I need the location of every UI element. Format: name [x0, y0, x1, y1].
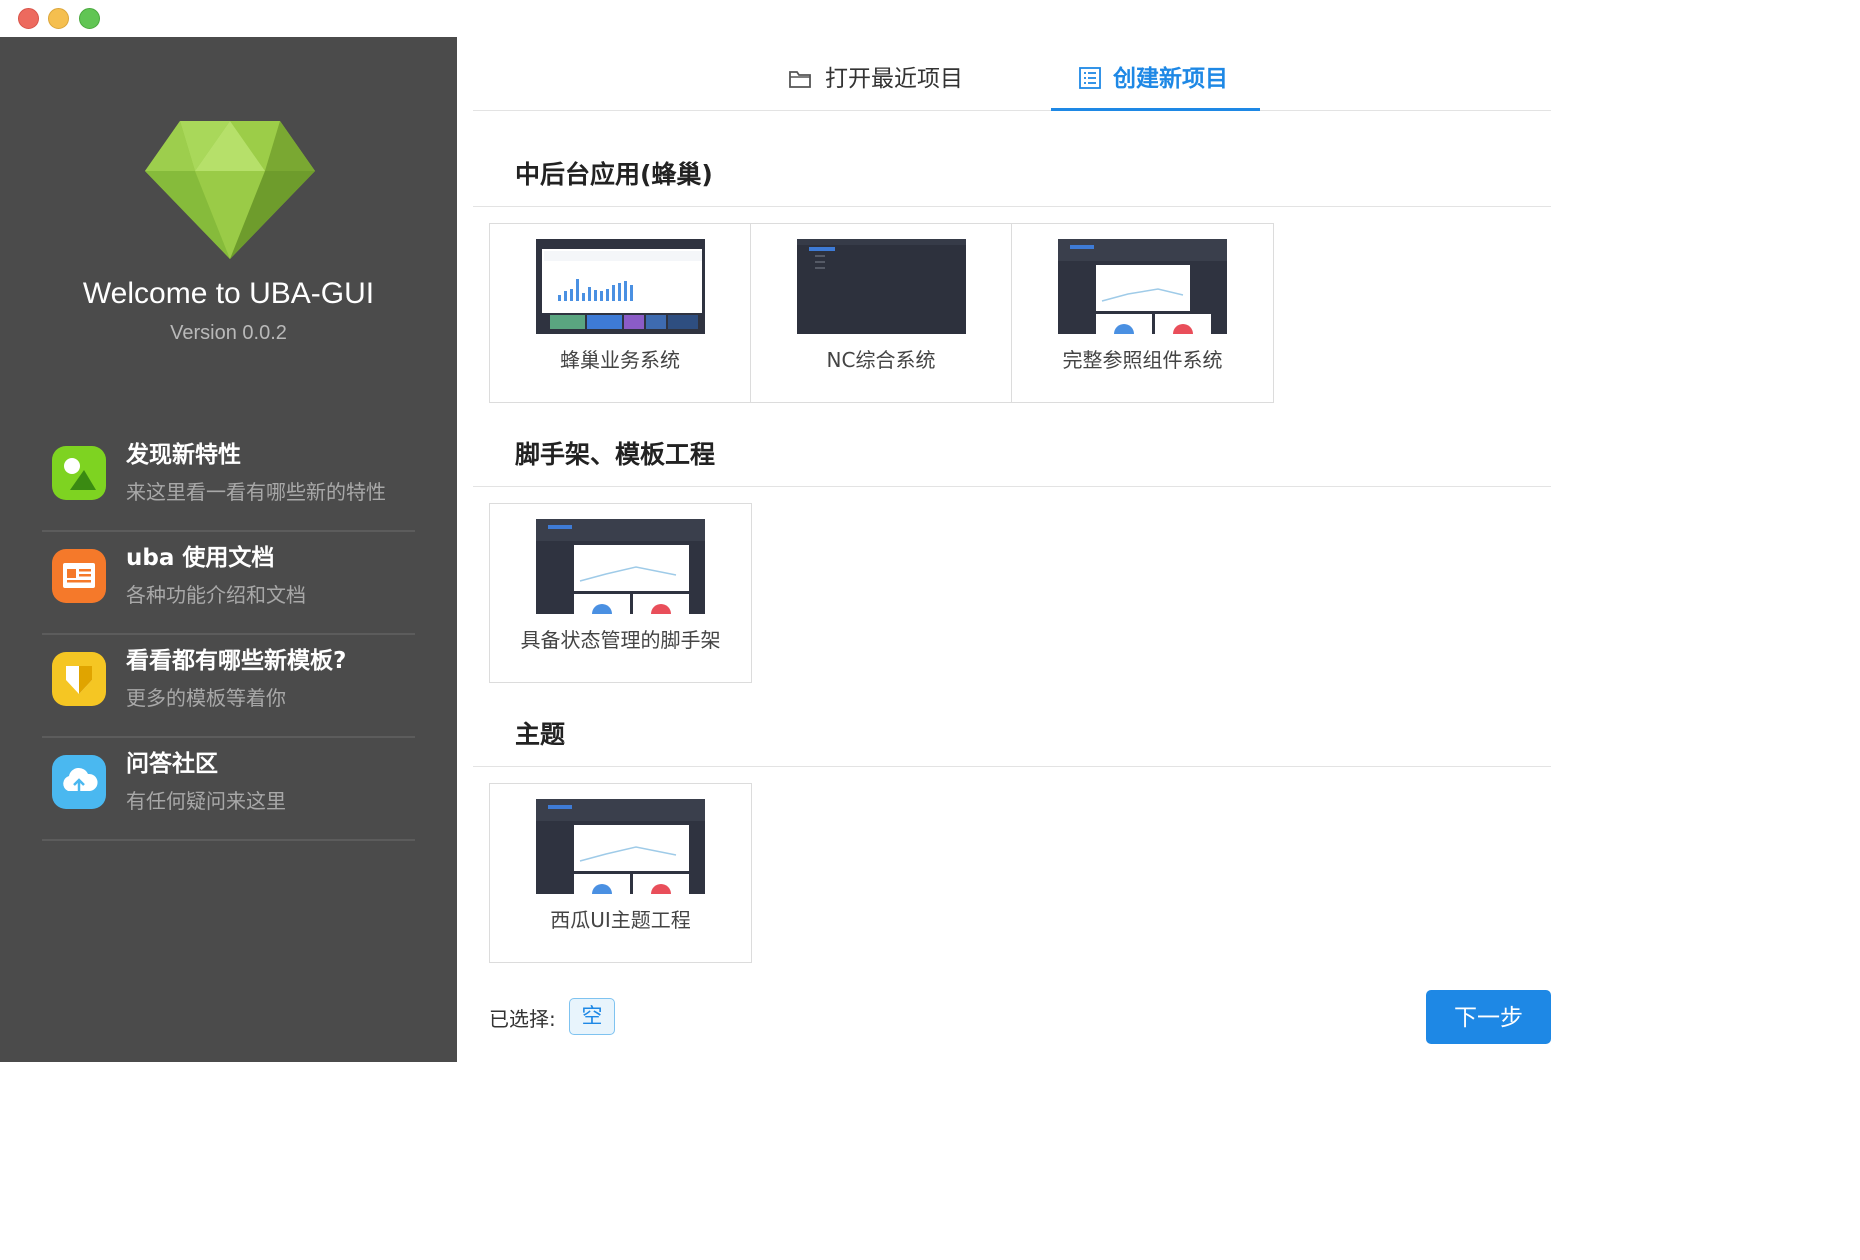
selected-value-tag: 空	[569, 998, 615, 1035]
next-step-button[interactable]: 下一步	[1426, 990, 1551, 1044]
template-thumbnail	[536, 799, 705, 894]
sidebar-item-docs[interactable]: uba 使用文档 各种功能介绍和文档	[42, 532, 415, 635]
sidebar-item-new-features[interactable]: 发现新特性 来这里看一看有哪些新的特性	[42, 429, 415, 532]
title-bar	[0, 0, 1568, 37]
minimize-window-button[interactable]	[48, 8, 69, 29]
tab-label: 打开最近项目	[825, 66, 963, 92]
template-card-label: 蜂巢业务系统	[560, 348, 680, 372]
tab-open-recent[interactable]: 打开最近项目	[789, 59, 963, 111]
main-panel: 打开最近项目 创建新项目 中后台应用(蜂巢) 蜂巢业务系统 NC综合系统 完整参…	[457, 37, 1568, 1062]
section-title: 中后台应用(蜂巢)	[515, 160, 713, 189]
list-icon	[1079, 67, 1101, 89]
template-thumbnail	[797, 239, 966, 334]
tab-create-new[interactable]: 创建新项目	[1051, 59, 1260, 111]
template-card-row: 具备状态管理的脚手架	[489, 503, 752, 683]
tab-label: 创建新项目	[1113, 66, 1228, 92]
template-card[interactable]: 完整参照组件系统	[1012, 224, 1273, 402]
document-icon	[52, 549, 106, 603]
sidebar-item-desc: 更多的模板等着你	[126, 686, 286, 710]
close-window-button[interactable]	[18, 8, 39, 29]
sidebar-item-desc: 各种功能介绍和文档	[126, 583, 306, 607]
gem-logo-icon	[145, 121, 315, 259]
sidebar-item-community[interactable]: 问答社区 有任何疑问来这里	[42, 738, 415, 841]
sidebar-item-desc: 有任何疑问来这里	[126, 789, 286, 813]
sidebar-item-title: 问答社区	[126, 751, 218, 777]
template-card-label: 西瓜UI主题工程	[550, 908, 691, 932]
welcome-heading: Welcome to UBA-GUI	[82, 277, 375, 310]
section-divider	[473, 766, 1551, 767]
template-card[interactable]: 西瓜UI主题工程	[490, 784, 751, 962]
template-card-row: 西瓜UI主题工程	[489, 783, 752, 963]
template-card[interactable]: 具备状态管理的脚手架	[490, 504, 751, 682]
cloud-upload-icon	[52, 755, 106, 809]
template-card[interactable]: 蜂巢业务系统	[490, 224, 751, 402]
sidebar-item-templates[interactable]: 看看都有哪些新模板? 更多的模板等着你	[42, 635, 415, 738]
diamond-icon	[52, 652, 106, 706]
selected-label: 已选择:	[489, 1007, 556, 1031]
sidebar-item-title: 看看都有哪些新模板?	[126, 648, 347, 674]
maximize-window-button[interactable]	[79, 8, 100, 29]
template-card-label: 具备状态管理的脚手架	[520, 628, 721, 652]
version-text: Version 0.0.2	[170, 322, 287, 344]
template-card[interactable]: NC综合系统	[751, 224, 1012, 402]
tab-bar: 打开最近项目 创建新项目	[473, 37, 1551, 111]
sidebar-item-desc: 来这里看一看有哪些新的特性	[126, 480, 386, 504]
section-divider	[473, 206, 1551, 207]
section-title: 主题	[515, 720, 566, 749]
template-card-row: 蜂巢业务系统 NC综合系统 完整参照组件系统	[489, 223, 1274, 403]
app-window: Welcome to UBA-GUI Version 0.0.2 发现新特性 来…	[0, 0, 1568, 1062]
template-card-label: NC综合系统	[826, 348, 936, 372]
sidebar-item-title: 发现新特性	[126, 442, 241, 468]
sidebar-item-title: uba 使用文档	[126, 545, 275, 571]
folder-icon	[789, 71, 811, 88]
section-divider	[473, 486, 1551, 487]
template-thumbnail	[536, 239, 705, 334]
sidebar: Welcome to UBA-GUI Version 0.0.2 发现新特性 来…	[0, 37, 457, 1062]
template-thumbnail	[1058, 239, 1227, 334]
template-thumbnail	[536, 519, 705, 614]
section-title: 脚手架、模板工程	[515, 440, 716, 469]
template-card-label: 完整参照组件系统	[1062, 348, 1223, 372]
image-icon	[52, 446, 106, 500]
